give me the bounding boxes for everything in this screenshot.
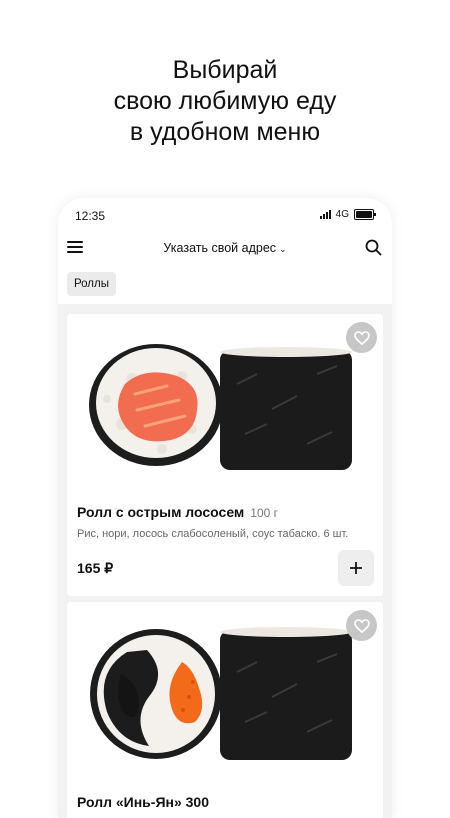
nav-bar: Указать свой адрес ⌄ xyxy=(58,238,392,258)
chevron-down-icon: ⌄ xyxy=(279,244,287,254)
product-image xyxy=(89,344,352,470)
product-name: Ролл «Инь-Ян» 300 xyxy=(77,794,209,810)
favorite-button[interactable] xyxy=(346,610,377,641)
heart-icon xyxy=(353,330,370,345)
product-card[interactable]: Ролл с острым лососем 100 г Рис, нори, ло… xyxy=(67,314,383,596)
promo-line-2: свою любимую еду xyxy=(113,87,337,115)
promo-line-3: в удобном меню xyxy=(129,118,321,146)
signal-icon xyxy=(319,210,331,219)
status-bar: 12:35 4G xyxy=(75,209,376,223)
search-icon[interactable] xyxy=(365,239,382,256)
favorite-button[interactable] xyxy=(346,322,377,353)
product-name: Ролл с острым лососем xyxy=(77,504,245,520)
promo-line-1: Выбирай xyxy=(172,56,278,84)
heart-icon xyxy=(353,618,370,633)
add-to-cart-button[interactable] xyxy=(338,550,374,586)
promo-headline: Выбирай свою любимую еду в удобном меню xyxy=(0,55,450,148)
battery-icon xyxy=(354,209,376,220)
address-selector[interactable]: Указать свой адрес ⌄ xyxy=(58,241,392,255)
network-type: 4G xyxy=(335,209,349,220)
product-title: Ролл с острым лососем 100 г xyxy=(77,504,278,520)
address-label: Указать свой адрес xyxy=(163,241,277,255)
product-description: Рис, нори, лосось слабосоленый, соус таб… xyxy=(77,528,349,540)
product-card[interactable]: Ролл «Инь-Ян» 300 xyxy=(67,602,383,818)
plus-icon xyxy=(350,562,362,574)
app-header: 12:35 4G Указать свой адрес ⌄ Роллы xyxy=(58,198,392,304)
category-chip-rolls[interactable]: Роллы xyxy=(67,272,116,296)
product-image xyxy=(90,627,352,760)
phone-frame: 12:35 4G Указать свой адрес ⌄ Роллы Ролл… xyxy=(58,198,392,818)
status-time: 12:35 xyxy=(75,209,106,223)
status-right: 4G xyxy=(319,209,376,220)
product-weight: 100 г xyxy=(250,506,279,520)
product-price: 165 ₽ xyxy=(77,560,114,576)
